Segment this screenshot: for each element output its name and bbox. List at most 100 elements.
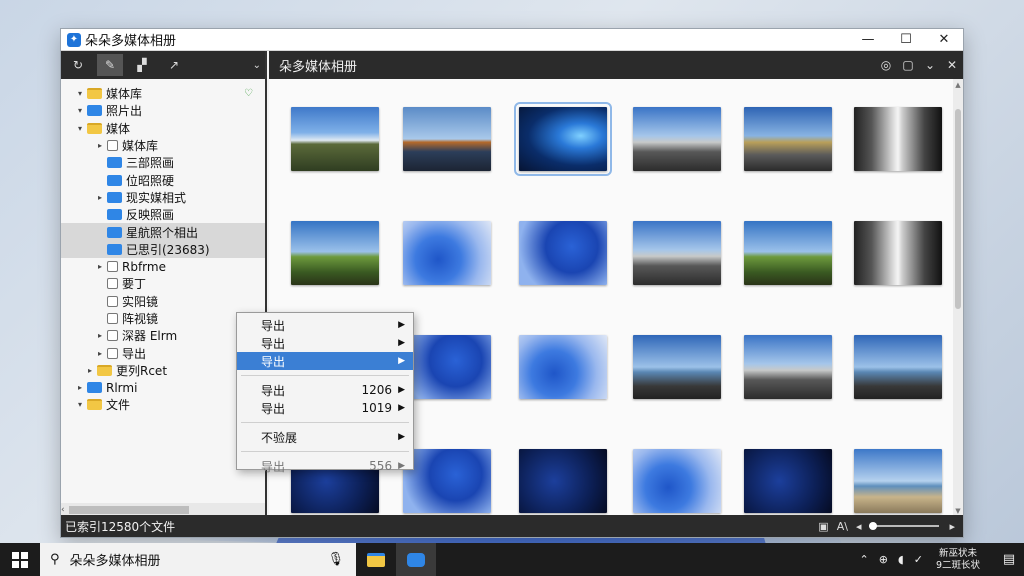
- chevron-down-icon[interactable]: ▾: [75, 400, 85, 409]
- close-button[interactable]: ✕: [925, 29, 963, 51]
- chevron-down-icon[interactable]: ▾: [75, 124, 85, 133]
- scroll-left-icon[interactable]: ‹: [61, 505, 65, 515]
- chevron-right-icon[interactable]: ▸: [95, 349, 105, 358]
- tree-item[interactable]: 反映照画: [61, 206, 265, 223]
- start-button[interactable]: [0, 543, 40, 576]
- tree-item[interactable]: ▸ 现实媒相式: [61, 189, 265, 206]
- chevron-down-icon[interactable]: ▾: [75, 89, 85, 98]
- title-bar[interactable]: ✦ 朵朵多媒体相册 — ☐ ✕: [61, 29, 963, 51]
- photo-album-taskbar-icon[interactable]: [396, 543, 436, 576]
- tree-item-label: 位昭照硬: [126, 173, 175, 188]
- vertical-scrollbar[interactable]: ▲ ▼: [953, 79, 963, 517]
- toolbar-dropdown-icon[interactable]: ⌄: [253, 60, 261, 71]
- chevron-down-icon[interactable]: ⌄: [919, 58, 941, 72]
- tag-icon[interactable]: ▞: [129, 54, 155, 76]
- album-icon: [87, 382, 102, 394]
- photo-thumbnail[interactable]: [403, 107, 491, 171]
- tree-item[interactable]: 位昭照硬: [61, 171, 265, 188]
- share-icon[interactable]: ↗: [161, 54, 187, 76]
- chevron-right-icon[interactable]: ▸: [85, 366, 95, 375]
- photo-thumbnail[interactable]: [403, 449, 491, 513]
- photo-thumbnail[interactable]: [403, 335, 491, 399]
- sort-icon[interactable]: A\: [837, 520, 848, 533]
- chevron-right-icon[interactable]: ▸: [75, 383, 85, 392]
- volume-icon[interactable]: ◖: [898, 553, 904, 566]
- taskbar-search[interactable]: ⚲ 朵朵多媒体相册 🎙: [40, 543, 356, 576]
- photo-thumbnail[interactable]: [633, 335, 721, 399]
- chevron-right-icon[interactable]: ▸: [95, 262, 105, 271]
- photo-thumbnail[interactable]: [291, 221, 379, 285]
- chevron-right-icon[interactable]: ▸: [95, 141, 105, 150]
- tree-item[interactable]: ▾ 照片出: [61, 102, 265, 119]
- tree-item[interactable]: ▸ Rbfrme: [61, 258, 265, 275]
- tray-expand-icon[interactable]: ⌃: [860, 553, 869, 566]
- photo-thumbnail[interactable]: [514, 102, 612, 176]
- scroll-thumb[interactable]: [68, 506, 189, 514]
- scroll-up-icon[interactable]: ▲: [953, 81, 963, 89]
- tree-item[interactable]: 三部照画: [61, 154, 265, 171]
- photo-thumbnail[interactable]: [519, 335, 607, 399]
- view-toggle-icon[interactable]: ▣: [818, 520, 828, 533]
- tree-item[interactable]: ▸ 深器 Elrm: [61, 327, 265, 344]
- photo-thumbnail[interactable]: [403, 221, 491, 285]
- tree-item[interactable]: ▸ Rlrmi: [61, 379, 265, 396]
- security-icon[interactable]: ✓: [914, 553, 923, 566]
- photo-thumbnail[interactable]: [744, 335, 832, 399]
- menu-item-export[interactable]: 导出 1019 ▶: [237, 399, 413, 417]
- photo-thumbnail[interactable]: [854, 449, 942, 513]
- tree-item-label: 更列Rcet: [116, 363, 168, 378]
- pane-close-icon[interactable]: ✕: [941, 58, 963, 72]
- vertical-scroll-thumb[interactable]: [955, 109, 961, 309]
- menu-item-export[interactable]: 导出 ▶: [237, 316, 413, 334]
- tree-item[interactable]: 实阳镜: [61, 293, 265, 310]
- photo-thumbnail[interactable]: [519, 449, 607, 513]
- network-icon[interactable]: ⊕: [879, 553, 888, 566]
- tree-item[interactable]: ▾ 媒体库 ♡: [61, 85, 265, 102]
- minimize-button[interactable]: —: [849, 29, 887, 51]
- clock[interactable]: 新巫状未 9二斑长状: [936, 548, 980, 572]
- menu-item-export[interactable]: 不验展 ▶: [237, 428, 413, 446]
- chevron-down-icon[interactable]: ▾: [75, 106, 85, 115]
- photo-thumbnail[interactable]: [633, 107, 721, 171]
- photo-thumbnail[interactable]: [291, 107, 379, 171]
- file-explorer-taskbar-icon[interactable]: [356, 543, 396, 576]
- tree-item[interactable]: 阵视镜: [61, 310, 265, 327]
- chevron-right-icon[interactable]: ▸: [95, 193, 105, 202]
- photo-thumbnail[interactable]: [519, 221, 607, 285]
- tree-item[interactable]: ▸ 导出: [61, 344, 265, 361]
- menu-item-export[interactable]: 导出 556 ▶: [237, 457, 413, 475]
- photo-thumbnail[interactable]: [744, 107, 832, 171]
- photo-thumbnail[interactable]: [633, 449, 721, 513]
- menu-item-export[interactable]: 导出 1206 ▶: [237, 381, 413, 399]
- tree-item[interactable]: 已思引(23683): [61, 240, 265, 258]
- maximize-button[interactable]: ☐: [887, 29, 925, 51]
- tree-item[interactable]: ▾ 媒体: [61, 120, 265, 137]
- microphone-icon[interactable]: 🎙: [327, 552, 344, 567]
- photo-thumbnail[interactable]: [744, 449, 832, 513]
- photo-thumbnail[interactable]: [854, 107, 942, 171]
- notification-icon[interactable]: ▤: [994, 552, 1024, 567]
- photo-thumbnail[interactable]: [744, 221, 832, 285]
- zoom-out-icon[interactable]: ◂: [856, 520, 862, 533]
- tree-item[interactable]: 要丁: [61, 275, 265, 292]
- tree-item[interactable]: ▸ 媒体库: [61, 137, 265, 154]
- edit-icon[interactable]: ✎: [97, 54, 123, 76]
- tree-item[interactable]: 星航照个相出: [61, 223, 265, 241]
- settings-icon[interactable]: ◎: [875, 58, 897, 72]
- tree-item[interactable]: ▸ 更列Rcet: [61, 362, 265, 379]
- tree-item[interactable]: ▾ 文件: [61, 396, 265, 413]
- zoom-in-icon[interactable]: ▸: [949, 520, 955, 533]
- menu-item-label: 导出: [261, 401, 286, 416]
- chevron-right-icon[interactable]: ▸: [95, 331, 105, 340]
- scroll-down-icon[interactable]: ▼: [953, 507, 963, 515]
- photo-thumbnail[interactable]: [854, 335, 942, 399]
- submenu-arrow-icon: ▶: [398, 385, 405, 395]
- menu-item-export[interactable]: 导出 ▶: [237, 334, 413, 352]
- photo-thumbnail[interactable]: [633, 221, 721, 285]
- menu-item-export[interactable]: 导出 ▶: [237, 352, 413, 370]
- zoom-slider[interactable]: [869, 522, 940, 530]
- window-icon[interactable]: ▢: [897, 58, 919, 72]
- photo-thumbnail[interactable]: [854, 221, 942, 285]
- favorite-icon[interactable]: ♡: [244, 88, 253, 99]
- refresh-icon[interactable]: ↻: [65, 54, 91, 76]
